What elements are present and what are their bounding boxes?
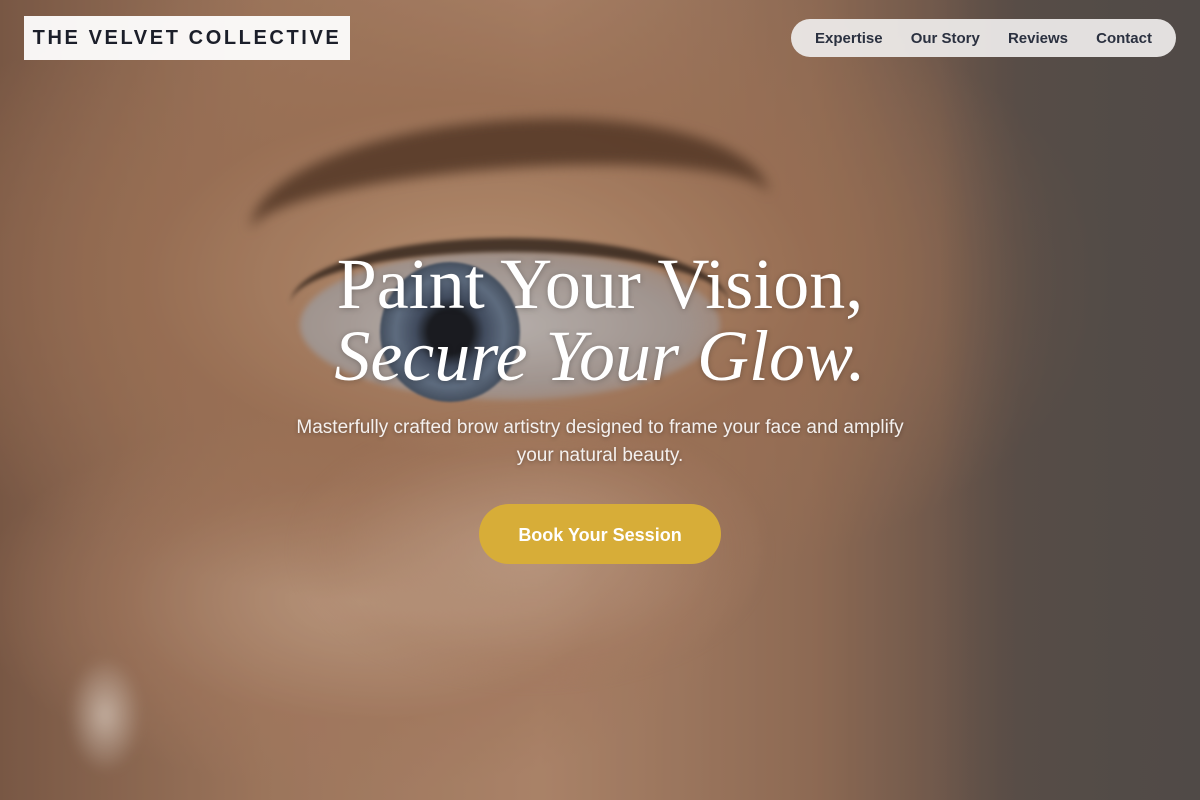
hero-headline-line1: Paint Your Vision, (336, 244, 864, 324)
brand-logo[interactable]: THE VELVET COLLECTIVE (24, 16, 350, 60)
nav-item-contact[interactable]: Contact (1096, 30, 1152, 47)
nav-item-expertise[interactable]: Expertise (815, 30, 883, 47)
book-session-button[interactable]: Book Your Session (479, 504, 721, 564)
nav-item-reviews[interactable]: Reviews (1008, 30, 1068, 47)
nav-item-our-story[interactable]: Our Story (911, 30, 980, 47)
main-nav: Expertise Our Story Reviews Contact (791, 19, 1176, 57)
hero-content: Paint Your Vision, Secure Your Glow. Mas… (0, 248, 1200, 564)
hero-headline: Paint Your Vision, Secure Your Glow. (0, 248, 1200, 392)
hero-section: THE VELVET COLLECTIVE Expertise Our Stor… (0, 0, 1200, 800)
hero-headline-line2: Secure Your Glow. (334, 316, 866, 396)
hero-subtext: Masterfully crafted brow artistry design… (296, 417, 904, 466)
